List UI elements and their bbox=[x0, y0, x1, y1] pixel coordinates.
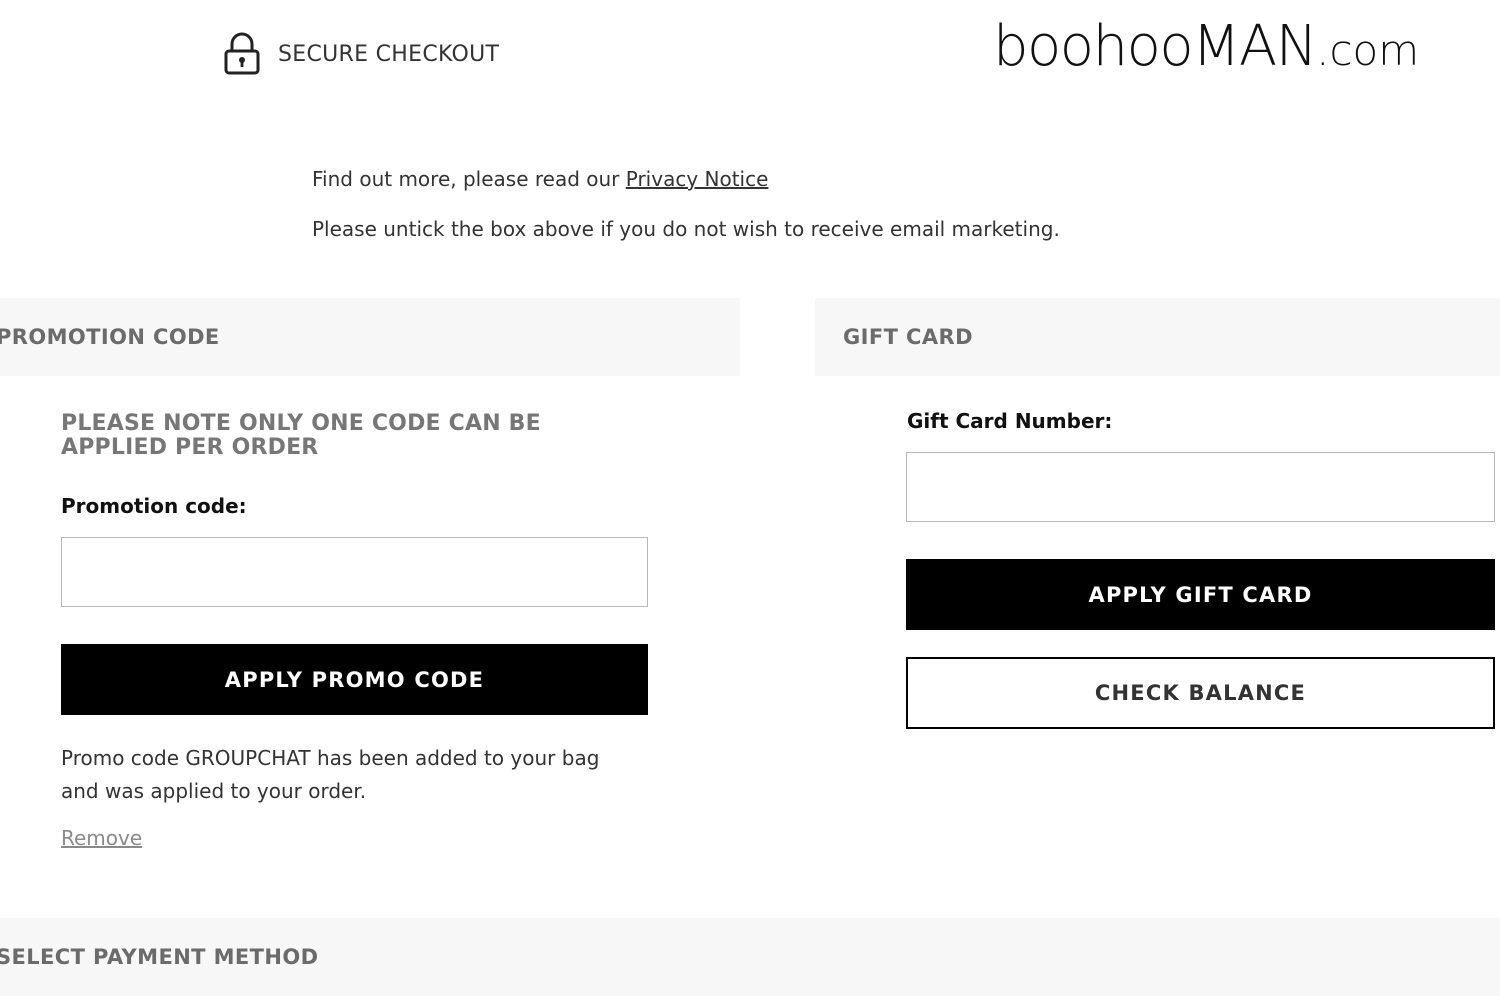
check-balance-button[interactable]: CHECK BALANCE bbox=[906, 657, 1495, 729]
gift-card-section-header: GIFT CARD bbox=[815, 298, 1500, 376]
logo-text: boohooMAN bbox=[993, 14, 1318, 79]
promo-applied-message: Promo code GROUPCHAT has been added to y… bbox=[61, 746, 600, 803]
brand-logo[interactable]: boohooMAN.com bbox=[993, 14, 1419, 84]
promotion-code-input[interactable] bbox=[61, 537, 648, 607]
email-marketing-notice: Please untick the box above if you do no… bbox=[312, 217, 1060, 241]
lock-icon bbox=[222, 32, 262, 76]
select-payment-method-section-header: SELECT PAYMENT METHOD bbox=[0, 918, 1500, 996]
apply-gift-card-button[interactable]: APPLY GIFT CARD bbox=[906, 559, 1495, 630]
select-payment-method-title: SELECT PAYMENT METHOD bbox=[0, 945, 319, 969]
secure-checkout-label: SECURE CHECKOUT bbox=[278, 41, 500, 67]
privacy-notice-link[interactable]: Privacy Notice bbox=[626, 167, 769, 191]
logo-suffix: .com bbox=[1316, 26, 1420, 75]
remove-promo-link[interactable]: Remove bbox=[61, 826, 142, 850]
privacy-notice-line: Find out more, please read our Privacy N… bbox=[312, 167, 768, 191]
promotion-code-label: Promotion code: bbox=[61, 494, 247, 518]
checkout-page: SECURE CHECKOUT boohooMAN.com Find out m… bbox=[0, 0, 1500, 996]
promotion-code-section-header: PROMOTION CODE bbox=[0, 298, 740, 376]
secure-checkout-indicator: SECURE CHECKOUT bbox=[222, 32, 499, 76]
one-code-note: PLEASE NOTE ONLY ONE CODE CAN BE APPLIED… bbox=[61, 411, 541, 460]
privacy-notice-prefix: Find out more, please read our bbox=[312, 167, 626, 191]
gift-card-number-input[interactable] bbox=[906, 452, 1495, 522]
promotion-code-title: PROMOTION CODE bbox=[0, 325, 220, 349]
gift-card-number-label: Gift Card Number: bbox=[907, 409, 1113, 433]
apply-promo-code-button[interactable]: APPLY PROMO CODE bbox=[61, 644, 648, 715]
gift-card-title: GIFT CARD bbox=[843, 325, 973, 349]
